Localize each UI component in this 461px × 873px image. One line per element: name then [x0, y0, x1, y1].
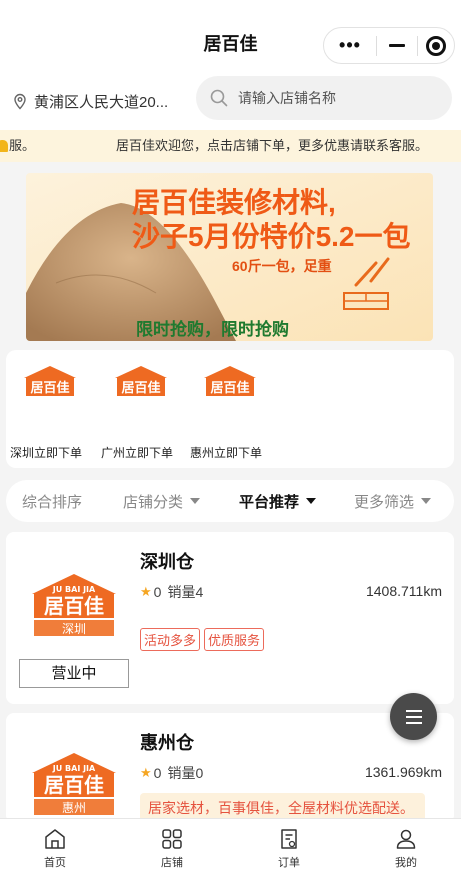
logo-brand: 居百佳 — [44, 773, 104, 797]
banner-subline: 60斤一包，足重 — [232, 258, 332, 274]
logo-pinyin: JU BAI JIA — [52, 585, 96, 594]
store-name: 深圳仓 — [140, 552, 194, 572]
store-tag: 活动多多 — [140, 628, 201, 651]
notice-text: 居百佳欢迎您，点击店铺下单，更多优惠请联系客服。 — [116, 138, 429, 153]
location-selector[interactable]: 黄浦区人民大道20... — [12, 88, 168, 114]
search-icon — [210, 89, 228, 107]
store-distance: 1361.969km — [364, 764, 442, 780]
menu-line-icon — [405, 721, 422, 724]
quick-order-panel: 居百佳 深圳立即下单 居百佳 广州立即下单 居百佳 惠州立即下单 — [6, 350, 454, 468]
promo-banner[interactable]: 居百佳装修材料, 沙子5月份特价5.2一包 60斤一包，足重 限时抢购，限时抢购 — [26, 173, 433, 341]
tab-home[interactable]: 首页 — [25, 827, 85, 870]
logo-pinyin: JU BAI JIA — [52, 764, 96, 773]
tab-label: 订单 — [278, 857, 300, 869]
filter-store-category[interactable]: 店铺分类 — [123, 491, 201, 512]
bottom-tab-bar: 首页 店铺 订单 我的 — [0, 818, 461, 873]
filter-label: 店铺分类 — [123, 493, 184, 511]
store-name: 惠州仓 — [140, 733, 194, 753]
notice-text-tail: 服。 — [9, 138, 36, 153]
dropdown-arrow-icon — [306, 498, 317, 504]
filter-platform-recommend[interactable]: 平台推荐 — [239, 491, 317, 512]
star-icon: ★ — [140, 765, 152, 780]
store-card[interactable]: JU BAI JIA 居百佳 深圳 深圳仓 ★ 0 销量4 1408.711km… — [6, 532, 454, 704]
tab-profile[interactable]: 我的 — [376, 827, 436, 870]
store-logo: JU BAI JIA 居百佳 深圳 — [26, 568, 122, 640]
tab-label: 我的 — [395, 857, 417, 869]
svg-text:居百佳: 居百佳 — [210, 380, 249, 396]
minimize-button[interactable] — [377, 28, 417, 63]
menu-line-icon — [405, 715, 422, 718]
brand-logo: 居百佳 — [204, 366, 256, 396]
banner-headline-2: 沙子5月份特价5.2一包 — [132, 221, 411, 252]
filter-more[interactable]: 更多筛选 — [354, 491, 432, 512]
filter-label: 综合排序 — [22, 493, 83, 511]
notice-marquee: 服。 居百佳欢迎您，点击店铺下单，更多优惠请联系客服。 — [0, 130, 461, 162]
search-input[interactable] — [238, 90, 428, 106]
store-tags: 活动多多 优质服务 — [140, 628, 268, 651]
store-card[interactable]: JU BAI JIA 居百佳 惠州 惠州仓 ★ 0 销量0 1361.969km… — [6, 713, 454, 823]
store-city: 惠州 — [62, 801, 86, 815]
top-nav-bar: 居百佳 ••• — [0, 0, 461, 88]
location-pin-icon — [14, 93, 26, 110]
close-miniprogram-button[interactable] — [418, 35, 454, 56]
store-meta: ★ 0 销量4 — [140, 582, 203, 602]
target-close-icon — [426, 35, 446, 56]
filter-bar: 综合排序 店铺分类 平台推荐 更多筛选 — [6, 480, 454, 522]
brand-logo: 居百佳 — [115, 366, 167, 396]
svg-text:居百佳: 居百佳 — [30, 380, 69, 396]
floating-menu-button[interactable] — [390, 693, 437, 740]
user-icon — [396, 829, 416, 849]
store-rating: 0 — [153, 584, 162, 600]
tab-orders[interactable]: 订单 — [259, 827, 319, 870]
filter-sort-default[interactable]: 综合排序 — [22, 491, 82, 512]
store-city: 深圳 — [62, 622, 86, 636]
search-box[interactable] — [196, 76, 452, 120]
brand-logo: 居百佳 — [24, 366, 76, 396]
home-icon — [45, 829, 65, 849]
banner-cta: 限时抢购，限时抢购 — [136, 320, 289, 339]
location-text: 黄浦区人民大道20... — [34, 93, 169, 111]
store-sales: 销量0 — [167, 765, 204, 781]
grid-icon — [162, 829, 182, 849]
filter-label: 更多筛选 — [354, 493, 415, 511]
more-menu-button[interactable]: ••• — [324, 35, 376, 56]
tab-stores[interactable]: 店铺 — [142, 827, 202, 870]
store-meta: ★ 0 销量0 — [140, 763, 203, 783]
quick-order-label: 惠州立即下单 — [190, 446, 263, 460]
location-search-bar: 黄浦区人民大道20... — [0, 76, 461, 130]
tab-label: 首页 — [44, 857, 66, 869]
dropdown-arrow-icon — [421, 498, 432, 504]
minimize-icon — [389, 44, 405, 47]
store-sales: 销量4 — [167, 584, 204, 600]
store-rating: 0 — [153, 765, 162, 781]
star-icon: ★ — [140, 584, 152, 599]
store-distance: 1408.711km — [365, 583, 442, 599]
quick-order-guangzhou[interactable]: 居百佳 广州立即下单 — [101, 362, 181, 460]
quick-order-label: 广州立即下单 — [101, 446, 174, 460]
store-tag: 优质服务 — [204, 628, 265, 651]
store-status-badge: 营业中 — [19, 659, 129, 688]
quick-order-label: 深圳立即下单 — [10, 446, 83, 460]
svg-text:居百佳: 居百佳 — [121, 380, 160, 396]
quick-order-huizhou[interactable]: 居百佳 惠州立即下单 — [190, 362, 270, 460]
menu-line-icon — [405, 709, 422, 712]
store-logo: JU BAI JIA 居百佳 惠州 — [26, 747, 122, 819]
miniprogram-capsule: ••• — [323, 27, 455, 64]
dropdown-arrow-icon — [190, 498, 201, 504]
logo-brand: 居百佳 — [44, 594, 104, 618]
bell-icon — [0, 140, 8, 152]
quick-order-shenzhen[interactable]: 居百佳 深圳立即下单 — [10, 362, 90, 460]
tab-label: 店铺 — [161, 857, 183, 869]
order-document-icon — [281, 829, 297, 849]
filter-label: 平台推荐 — [239, 493, 300, 511]
